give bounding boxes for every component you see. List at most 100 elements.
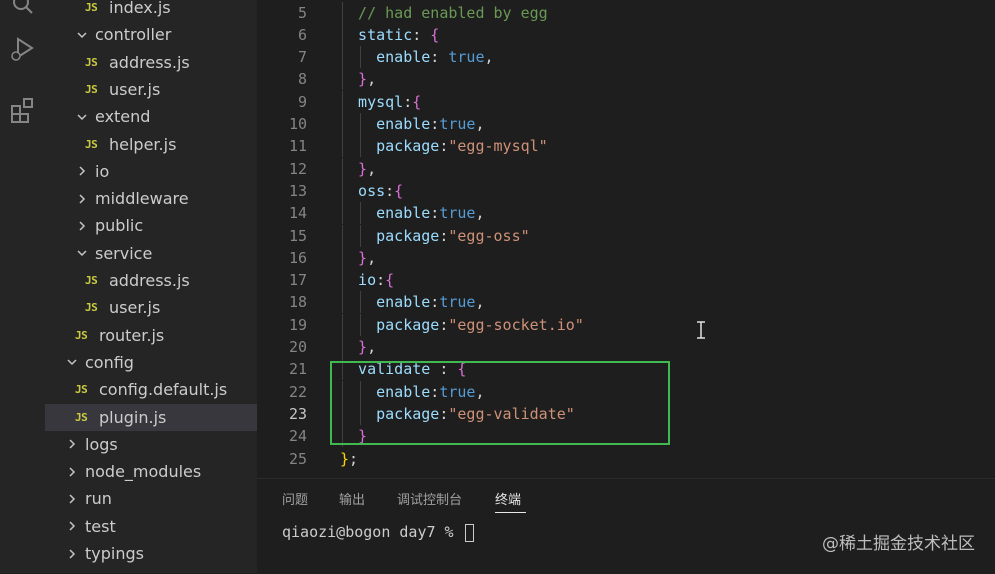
folder-item[interactable]: logs xyxy=(45,431,257,458)
indent-guide xyxy=(342,246,343,269)
code-text: package:"egg-validate" xyxy=(376,404,575,423)
code-line[interactable]: 24} xyxy=(257,425,995,448)
js-file-icon: JS xyxy=(75,328,88,342)
indent-guide xyxy=(342,313,343,336)
folder-item[interactable]: run xyxy=(45,485,257,512)
indent-guide xyxy=(360,46,362,69)
indent-guide xyxy=(342,224,343,247)
code-line[interactable]: 21 validate : { xyxy=(257,358,995,381)
indent-guide xyxy=(342,157,343,180)
code-line[interactable]: 20}, xyxy=(257,336,995,358)
js-file-icon: JS xyxy=(75,383,88,397)
code-line[interactable]: 19 package:"egg-socket.io" xyxy=(257,313,995,336)
chevron-right-icon xyxy=(65,465,79,479)
chevron-right-icon xyxy=(65,519,79,533)
folder-item[interactable]: test xyxy=(45,513,257,540)
tree-item-label: node_modules xyxy=(85,462,202,482)
search-icon[interactable] xyxy=(0,0,45,24)
code-text: }; xyxy=(340,449,359,468)
code-text: // had enabled by egg xyxy=(358,3,548,22)
folder-item[interactable]: middleware xyxy=(45,185,257,212)
indent-guide xyxy=(342,291,343,314)
code-text: }, xyxy=(358,159,377,178)
tab-output[interactable]: 输出 xyxy=(339,489,365,508)
file-item[interactable]: JS helper.js xyxy=(45,131,257,158)
code-line[interactable]: 6 static: { xyxy=(257,23,995,46)
code-line[interactable]: 14 enable:true, xyxy=(257,202,995,225)
file-item[interactable]: JS user.js xyxy=(45,294,257,321)
code-line[interactable]: 22 enable:true, xyxy=(257,380,995,403)
code-line[interactable]: 7 enable: true, xyxy=(257,46,995,69)
terminal-cursor xyxy=(464,523,474,542)
code-line[interactable]: 16}, xyxy=(257,246,995,269)
chevron-right-icon xyxy=(65,492,79,506)
tab-problems[interactable]: 问题 xyxy=(282,489,308,508)
file-item[interactable]: JS config.default.js xyxy=(45,376,257,403)
code-line[interactable]: 25}; xyxy=(257,448,995,470)
line-number: 11 xyxy=(288,137,307,156)
extensions-icon[interactable] xyxy=(0,90,45,130)
tree-item-label: user.js xyxy=(109,298,161,318)
folder-item[interactable]: typings xyxy=(45,540,257,567)
line-number: 5 xyxy=(297,3,307,22)
code-text: validate : { xyxy=(358,360,467,379)
line-number: 21 xyxy=(288,360,307,379)
indent-guide xyxy=(342,402,343,425)
folder-item[interactable]: io xyxy=(45,158,257,185)
activity-bar xyxy=(0,0,45,573)
file-item[interactable]: JS address.js xyxy=(45,49,257,76)
code-line[interactable]: 11 package:"egg-mysql" xyxy=(257,135,995,158)
tree-item-label: io xyxy=(95,161,110,181)
folder-item[interactable]: service xyxy=(45,240,257,267)
code-line[interactable]: 9 mysql:{ xyxy=(257,90,995,113)
code-line[interactable]: 5 // had enabled by egg xyxy=(257,1,995,24)
file-item[interactable]: JS plugin.js xyxy=(45,403,257,431)
chevron-right-icon xyxy=(75,192,89,206)
line-number: 23 xyxy=(288,404,307,423)
js-file-icon: JS xyxy=(85,55,98,69)
code-text: }, xyxy=(358,70,377,89)
code-line[interactable]: 10 enable:true, xyxy=(257,113,995,135)
code-line[interactable]: 8}, xyxy=(257,68,995,91)
indent-guide xyxy=(342,179,343,202)
tree-item-label: plugin.js xyxy=(99,407,167,427)
file-item[interactable]: JS index.js xyxy=(45,0,257,21)
indent-guide xyxy=(342,425,343,448)
folder-item[interactable]: controller xyxy=(45,21,257,48)
file-item[interactable]: JS router.js xyxy=(45,322,257,349)
indent-guide xyxy=(360,202,362,225)
js-file-icon: JS xyxy=(85,301,98,315)
code-line[interactable]: 18 enable:true, xyxy=(257,291,995,314)
tab-terminal[interactable]: 终端 xyxy=(495,489,521,508)
line-number: 9 xyxy=(297,92,307,111)
js-file-icon: JS xyxy=(85,137,98,151)
code-line[interactable]: 15 package:"egg-oss" xyxy=(257,224,995,247)
indent-guide xyxy=(342,135,343,158)
terminal-input[interactable]: qiaozi@bogon day7 % xyxy=(282,523,474,542)
code-line[interactable]: 23 package:"egg-validate" xyxy=(257,402,995,425)
file-item[interactable]: JS address.js xyxy=(45,267,257,294)
tree-item-label: user.js xyxy=(109,79,161,99)
folder-item[interactable]: config xyxy=(45,349,257,376)
code-line[interactable]: 17 io:{ xyxy=(257,269,995,292)
folder-item[interactable]: public xyxy=(45,212,257,239)
chevron-down-icon xyxy=(65,355,79,369)
code-editor[interactable]: 5 // had enabled by egg 6 static: {7 enable:… xyxy=(257,0,995,478)
chevron-right-icon xyxy=(75,164,89,178)
folder-item[interactable]: node_modules xyxy=(45,458,257,485)
code-line[interactable]: 12}, xyxy=(257,157,995,180)
file-item[interactable]: JS user.js xyxy=(45,76,257,103)
folder-item[interactable]: extend xyxy=(45,103,257,130)
line-number: 13 xyxy=(288,181,307,200)
line-number: 15 xyxy=(288,226,307,245)
chevron-down-icon xyxy=(75,28,89,42)
code-text: } xyxy=(358,427,368,446)
line-number: 12 xyxy=(288,159,307,178)
run-debug-icon[interactable] xyxy=(0,28,45,68)
tab-debug-console[interactable]: 调试控制台 xyxy=(397,489,462,508)
tree-item-label: address.js xyxy=(109,52,190,72)
code-text: enable: true, xyxy=(376,48,494,67)
line-number: 10 xyxy=(288,115,307,133)
code-line[interactable]: 13 oss:{ xyxy=(257,179,995,202)
tree-item-label: extend xyxy=(95,107,151,127)
